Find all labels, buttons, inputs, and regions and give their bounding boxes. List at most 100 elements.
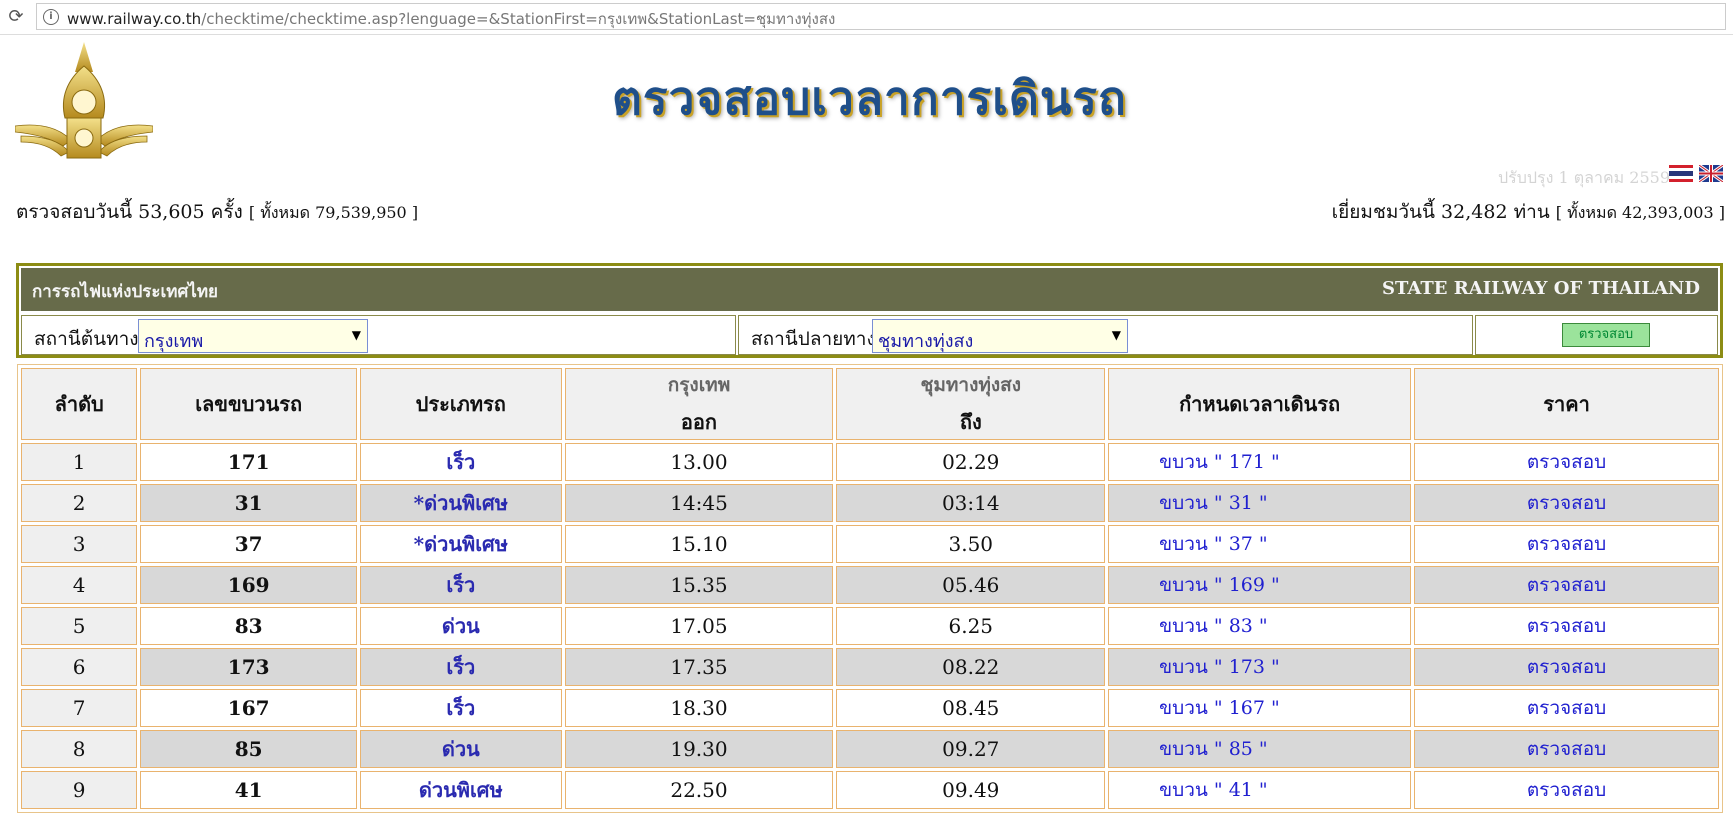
browser-address-bar: ⟳ i www.railway.co.th/checktime/checktim… [0,0,1733,35]
departure-time: 22.50 [564,771,834,809]
header-origin-station: กรุงเทพ [667,374,731,396]
timetable: ลำดับ เลขขบวนรถ ประเภทรถ กรุงเทพออก ชุมท… [17,364,1723,813]
arrival-time: 05.46 [836,566,1106,604]
info-icon[interactable]: i [43,9,59,25]
reload-icon[interactable]: ⟳ [6,7,26,27]
schedule-link[interactable]: ขบวน " 171 " [1108,443,1412,481]
table-header-row: ลำดับ เลขขบวนรถ ประเภทรถ กรุงเทพออก ชุมท… [21,368,1719,440]
search-panel: การรถไฟแห่งประเทศไทย STATE RAILWAY OF TH… [16,263,1723,358]
banner-title: ตรวจสอบเวลาการเดินรถ [612,71,1127,125]
destination-select[interactable]: ชุมทางทุ่งสง ▼ [872,319,1128,353]
header-index: ลำดับ [21,368,138,440]
train-type: เร็ว [359,689,562,727]
price-link[interactable]: ตรวจสอบ [1414,689,1719,727]
price-link[interactable]: ตรวจสอบ [1414,607,1719,645]
railway-emblem-logo [14,40,154,168]
departure-time: 13.00 [564,443,834,481]
chevron-down-icon: ▼ [351,328,361,342]
schedule-link[interactable]: ขบวน " 169 " [1108,566,1412,604]
header-destination-sub: ถึง [959,410,982,434]
destination-value: ชุมทางทุ่งสง [878,331,974,352]
url-text[interactable]: www.railway.co.th/checktime/checktime.as… [67,7,835,31]
thai-flag-icon[interactable] [1669,165,1693,182]
train-number: 83 [140,607,357,645]
departure-time: 19.30 [564,730,834,768]
row-index: 4 [21,566,138,604]
price-link[interactable]: ตรวจสอบ [1414,648,1719,686]
url-path: /checktime/checktime.asp?lenguage=&Stati… [201,10,836,28]
row-index: 9 [21,771,138,809]
schedule-link[interactable]: ขบวน " 41 " [1108,771,1412,809]
header-destination-station: ชุมทางทุ่งสง [920,374,1022,396]
row-index: 5 [21,607,138,645]
train-number: 167 [140,689,357,727]
schedule-link[interactable]: ขบวน " 167 " [1108,689,1412,727]
table-row: 1 171 เร็ว 13.00 02.29 ขบวน " 171 " ตรวจ… [21,443,1719,481]
price-link[interactable]: ตรวจสอบ [1414,730,1719,768]
url-field[interactable]: i www.railway.co.th/checktime/checktime.… [36,3,1726,30]
row-index: 7 [21,689,138,727]
last-updated: ปรับปรุง 1 ตุลาคม 2559 [1497,168,1670,187]
table-row: 9 41 ด่วนพิเศษ 22.50 09.49 ขบวน " 41 " ต… [21,771,1719,809]
visit-count-today: เยี่ยมชมวันนี้ 32,482 ท่าน [1331,201,1550,223]
header-train-no: เลขขบวนรถ [140,368,357,440]
train-type: เร็ว [359,443,562,481]
schedule-link[interactable]: ขบวน " 83 " [1108,607,1412,645]
origin-value: กรุงเทพ [144,331,204,352]
schedule-link[interactable]: ขบวน " 173 " [1108,648,1412,686]
train-type: *ด่วนพิเศษ [359,484,562,522]
check-count: ตรวจสอบวันนี้ 53,605 ครั้ง [ ทั้งหมด 79,… [16,197,418,227]
arrival-time: 3.50 [836,525,1106,563]
header-destination: ชุมทางทุ่งสงถึง [836,368,1106,440]
visit-count: เยี่ยมชมวันนี้ 32,482 ท่าน [ ทั้งหมด 42,… [1332,197,1725,227]
price-link[interactable]: ตรวจสอบ [1414,484,1719,522]
header-type: ประเภทรถ [359,368,562,440]
departure-time: 17.05 [564,607,834,645]
price-link[interactable]: ตรวจสอบ [1414,771,1719,809]
arrival-time: 08.22 [836,648,1106,686]
row-index: 3 [21,525,138,563]
departure-time: 14:45 [564,484,834,522]
header-origin: กรุงเทพออก [564,368,834,440]
table-row: 2 31 *ด่วนพิเศษ 14:45 03:14 ขบวน " 31 " … [21,484,1719,522]
origin-select[interactable]: กรุงเทพ ▼ [138,319,368,353]
chevron-down-icon: ▼ [1111,328,1121,342]
train-number: 85 [140,730,357,768]
uk-flag-icon[interactable] [1698,163,1724,184]
train-type: เร็ว [359,566,562,604]
header-price: ราคา [1414,368,1719,440]
table-row: 8 85 ด่วน 19.30 09.27 ขบวน " 85 " ตรวจสอ… [21,730,1719,768]
arrival-time: 09.49 [836,771,1106,809]
check-button[interactable]: ตรวจสอบ [1562,323,1650,347]
header-origin-sub: ออก [680,410,718,434]
train-type: ด่วน [359,730,562,768]
train-number: 173 [140,648,357,686]
check-count-total: [ ทั้งหมด 79,539,950 ] [248,203,419,222]
row-index: 6 [21,648,138,686]
table-row: 7 167 เร็ว 18.30 08.45 ขบวน " 167 " ตรวจ… [21,689,1719,727]
arrival-time: 6.25 [836,607,1106,645]
row-index: 8 [21,730,138,768]
train-number: 169 [140,566,357,604]
row-index: 1 [21,443,138,481]
train-number: 37 [140,525,357,563]
schedule-link[interactable]: ขบวน " 37 " [1108,525,1412,563]
price-link[interactable]: ตรวจสอบ [1414,566,1719,604]
train-type: ด่วน [359,607,562,645]
train-number: 41 [140,771,357,809]
origin-cell: สถานีต้นทาง กรุงเทพ ▼ [21,315,736,355]
row-index: 2 [21,484,138,522]
train-number: 171 [140,443,357,481]
schedule-link[interactable]: ขบวน " 31 " [1108,484,1412,522]
check-count-today: ตรวจสอบวันนี้ 53,605 ครั้ง [16,201,243,223]
arrival-time: 08.45 [836,689,1106,727]
schedule-link[interactable]: ขบวน " 85 " [1108,730,1412,768]
departure-time: 15.35 [564,566,834,604]
arrival-time: 03:14 [836,484,1106,522]
price-link[interactable]: ตรวจสอบ [1414,525,1719,563]
table-row: 6 173 เร็ว 17.35 08.22 ขบวน " 173 " ตรวจ… [21,648,1719,686]
origin-label: สถานีต้นทาง [34,328,139,350]
table-row: 5 83 ด่วน 17.05 6.25 ขบวน " 83 " ตรวจสอบ [21,607,1719,645]
org-name-th: การรถไฟแห่งประเทศไทย [32,282,219,302]
price-link[interactable]: ตรวจสอบ [1414,443,1719,481]
